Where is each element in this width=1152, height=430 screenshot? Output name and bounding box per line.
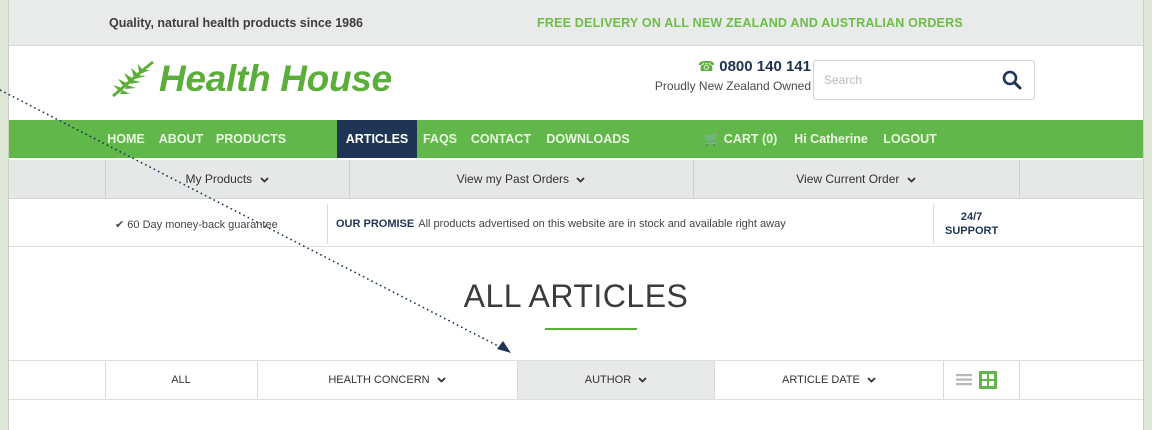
nav-cart[interactable]: 🛒 CART (0) bbox=[699, 120, 783, 158]
phone-number[interactable]: ☎ 0800 140 141 bbox=[655, 58, 811, 75]
fern-icon bbox=[112, 60, 154, 98]
filter-article-date[interactable]: ARTICLE DATE bbox=[715, 361, 943, 399]
account-subnav: My Products View my Past Orders View Cur… bbox=[9, 160, 1143, 199]
subnav-label: View Current Order bbox=[796, 172, 900, 186]
page-frame: Quality, natural health products since 1… bbox=[8, 0, 1144, 430]
chevron-down-icon bbox=[576, 177, 586, 183]
view-toggle bbox=[955, 371, 997, 389]
site-header: Health House ☎ 0800 140 141 Proudly New Z… bbox=[9, 46, 1143, 114]
page-title: ALL ARTICLES bbox=[463, 278, 689, 314]
phone-icon: ☎ bbox=[697, 58, 716, 74]
nav-faqs[interactable]: FAQS bbox=[419, 120, 461, 158]
top-strip: Quality, natural health products since 1… bbox=[9, 0, 1143, 46]
nav-downloads[interactable]: DOWNLOADS bbox=[539, 120, 637, 158]
filter-all[interactable]: ALL bbox=[105, 361, 257, 399]
chevron-down-icon bbox=[638, 377, 647, 383]
chevron-down-icon bbox=[259, 177, 269, 183]
filter-health-concern[interactable]: HEALTH CONCERN bbox=[257, 361, 517, 399]
subnav-label: My Products bbox=[185, 172, 253, 186]
main-nav: HOME ABOUT PRODUCTS ARTICLES FAQS CONTAC… bbox=[9, 120, 1143, 158]
filter-label: ARTICLE DATE bbox=[782, 374, 860, 386]
search-icon[interactable] bbox=[1002, 70, 1022, 90]
guarantee: ✔ 60 Day money-back guarantee bbox=[115, 218, 278, 231]
filter-author[interactable]: AUTHOR bbox=[518, 361, 714, 399]
cart-label: CART (0) bbox=[723, 132, 778, 146]
nav-products[interactable]: PRODUCTS bbox=[211, 120, 291, 158]
title-underline bbox=[545, 328, 637, 330]
support-line-2: SUPPORT bbox=[945, 225, 999, 237]
chevron-down-icon bbox=[867, 377, 876, 383]
divider bbox=[933, 204, 934, 244]
check-circle-icon: ✔ bbox=[115, 219, 125, 231]
subnav-past-orders[interactable]: View my Past Orders bbox=[349, 160, 693, 199]
chevron-down-icon bbox=[437, 377, 446, 383]
nav-about[interactable]: ABOUT bbox=[154, 120, 208, 158]
search-input[interactable] bbox=[814, 61, 984, 99]
support-badge: 24/7 SUPPORT bbox=[945, 210, 998, 238]
contact-block: ☎ 0800 140 141 Proudly New Zealand Owned bbox=[655, 58, 811, 93]
divider bbox=[1019, 361, 1020, 399]
cart-icon: 🛒 bbox=[704, 132, 721, 146]
logo-text: Health House bbox=[159, 58, 392, 99]
promise-text: All products advertised on this website … bbox=[418, 218, 786, 230]
divider bbox=[1019, 160, 1020, 199]
nav-logout[interactable]: LOGOUT bbox=[879, 120, 941, 158]
divider bbox=[943, 361, 944, 399]
filter-label: AUTHOR bbox=[584, 374, 632, 386]
grid-view-icon[interactable] bbox=[979, 371, 997, 389]
promise-strip: ✔ 60 Day money-back guarantee OUR PROMIS… bbox=[9, 200, 1143, 247]
filter-label: HEALTH CONCERN bbox=[328, 374, 430, 386]
owned-text: Proudly New Zealand Owned bbox=[654, 79, 811, 93]
nav-user-greeting[interactable]: Hi Catherine bbox=[787, 120, 875, 158]
subnav-label: View my Past Orders bbox=[456, 172, 570, 186]
search-box bbox=[813, 60, 1035, 100]
divider bbox=[327, 204, 328, 244]
promise-label: OUR PROMISE bbox=[336, 218, 415, 230]
nav-contact[interactable]: CONTACT bbox=[465, 120, 537, 158]
phone-text: 0800 140 141 bbox=[719, 58, 811, 75]
chevron-down-icon bbox=[907, 177, 916, 183]
free-delivery-banner: FREE DELIVERY ON ALL NEW ZEALAND AND AUS… bbox=[537, 16, 963, 30]
support-line-1: 24/7 bbox=[960, 211, 983, 223]
our-promise: OUR PROMISE All products advertised on th… bbox=[336, 218, 786, 230]
subnav-my-products[interactable]: My Products bbox=[105, 160, 349, 199]
article-filter-bar: ALL HEALTH CONCERN AUTHOR ARTICLE DATE bbox=[9, 360, 1143, 400]
nav-home[interactable]: HOME bbox=[101, 120, 151, 158]
subnav-current-order[interactable]: View Current Order bbox=[693, 160, 1019, 199]
tagline: Quality, natural health products since 1… bbox=[109, 16, 364, 30]
logo[interactable]: Health House bbox=[109, 58, 392, 100]
list-view-icon[interactable] bbox=[955, 371, 973, 389]
nav-articles[interactable]: ARTICLES bbox=[337, 120, 417, 158]
guarantee-text: 60 Day money-back guarantee bbox=[127, 219, 278, 231]
